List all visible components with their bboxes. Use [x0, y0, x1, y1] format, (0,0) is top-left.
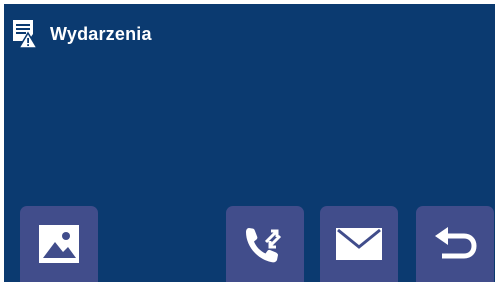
events-screen: Wydarzenia [4, 4, 495, 282]
events-alert-icon [13, 20, 37, 49]
call-log-button[interactable] [226, 206, 304, 282]
gallery-button[interactable] [20, 206, 98, 282]
envelope-icon [336, 228, 382, 260]
image-icon [39, 225, 79, 263]
back-button[interactable] [416, 206, 494, 282]
back-arrow-icon [435, 227, 477, 259]
message-button[interactable] [320, 206, 398, 282]
call-transfer-icon [246, 228, 282, 263]
header: Wydarzenia [11, 17, 152, 51]
page-title: Wydarzenia [50, 23, 152, 44]
